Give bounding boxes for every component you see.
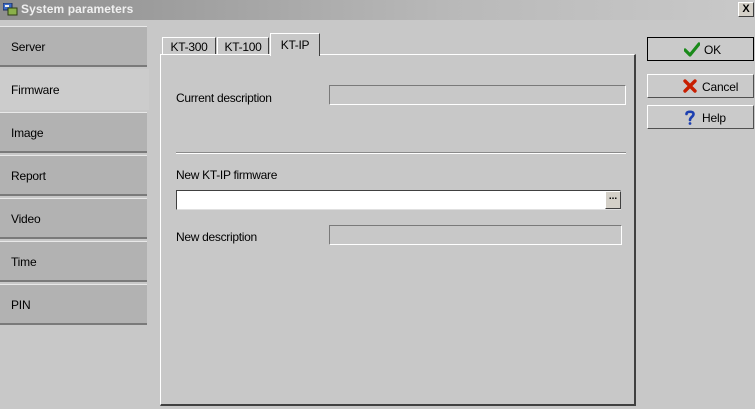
sidebar-item-label: Video	[11, 212, 41, 226]
firmware-panel: KT-300 KT-100 KT-IP Current description …	[148, 26, 637, 407]
sidebar-item-label: Image	[11, 126, 44, 140]
separator	[176, 152, 626, 154]
checkmark-icon	[684, 42, 700, 57]
sidebar-item-server[interactable]: Server	[0, 26, 147, 67]
title-bar: System parameters X	[0, 0, 755, 20]
sidebar-item-report[interactable]: Report	[0, 155, 147, 196]
question-mark-icon	[685, 110, 695, 125]
help-button[interactable]: Help	[647, 105, 754, 129]
tab-kt-100[interactable]: KT-100	[217, 37, 269, 55]
close-button[interactable]: X	[738, 2, 754, 17]
tab-page-kt-ip: Current description New KT-IP firmware .…	[160, 54, 636, 406]
sidebar-item-time[interactable]: Time	[0, 241, 147, 282]
sidebar: Server Firmware Image Report Video Time …	[0, 26, 149, 409]
tab-label: KT-100	[224, 40, 262, 54]
sidebar-item-pin[interactable]: PIN	[0, 284, 147, 325]
tab-label: KT-IP	[280, 38, 310, 52]
sidebar-item-label: Report	[11, 169, 46, 183]
sidebar-item-image[interactable]: Image	[0, 112, 147, 153]
sidebar-item-label: Firmware	[11, 83, 60, 97]
new-description-field	[329, 225, 622, 245]
cancel-button[interactable]: Cancel	[647, 74, 754, 98]
close-icon: X	[742, 3, 750, 15]
browse-button[interactable]: ...	[605, 191, 621, 209]
help-label: Help	[702, 111, 726, 125]
sidebar-item-video[interactable]: Video	[0, 198, 147, 239]
ok-label: OK	[704, 43, 721, 57]
tab-kt-ip[interactable]: KT-IP	[270, 33, 320, 56]
app-icon	[3, 3, 18, 16]
sidebar-item-label: PIN	[11, 298, 31, 312]
new-firmware-label: New KT-IP firmware	[176, 168, 278, 182]
tab-label: KT-300	[170, 40, 208, 54]
new-firmware-path-input[interactable]	[176, 190, 621, 210]
sidebar-item-firmware[interactable]: Firmware	[0, 69, 149, 110]
ellipsis-icon: ...	[608, 191, 618, 202]
tab-kt-300[interactable]: KT-300	[162, 37, 216, 55]
cancel-label: Cancel	[702, 80, 739, 94]
window-title: System parameters	[21, 2, 134, 16]
sidebar-item-label: Server	[11, 40, 46, 54]
current-description-field	[329, 85, 626, 105]
current-description-label: Current description	[176, 91, 272, 105]
sidebar-item-label: Time	[11, 255, 37, 269]
x-mark-icon	[683, 79, 697, 93]
ok-button[interactable]: OK	[647, 37, 754, 61]
new-description-label: New description	[176, 230, 257, 244]
